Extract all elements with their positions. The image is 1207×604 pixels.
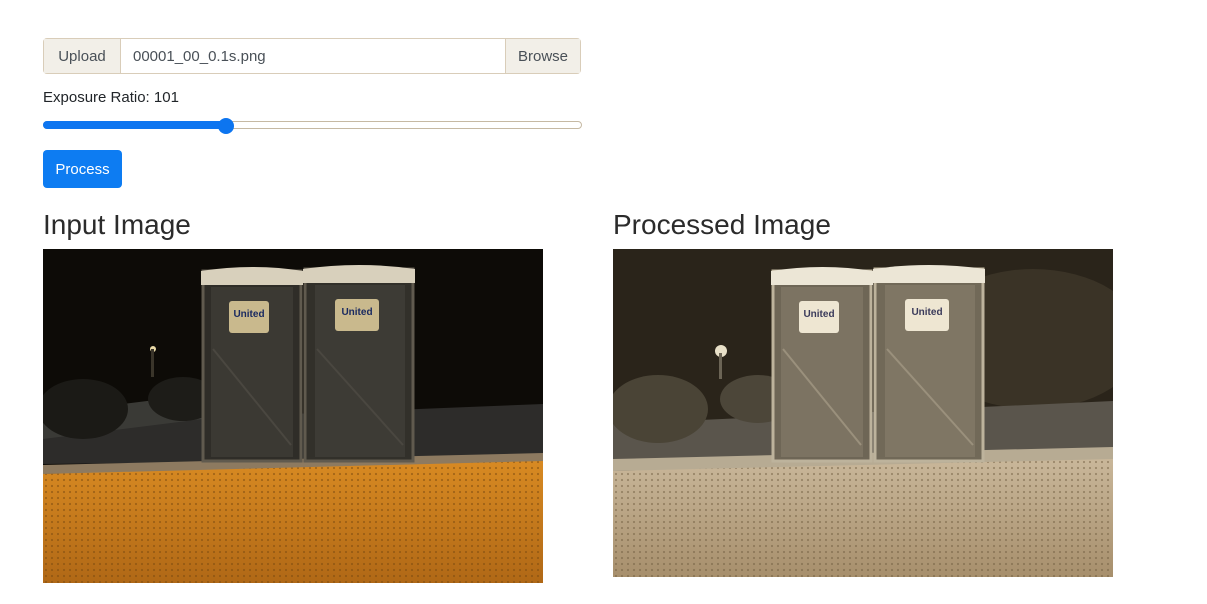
process-button[interactable]: Process [43,150,122,188]
slider-fill [43,121,226,129]
exposure-ratio-label: Exposure Ratio: 101 [43,89,179,106]
output-sign-text-2: United [911,307,942,318]
input-sign-text: United [233,309,264,320]
file-name-field[interactable]: 00001_00_0.1s.png [121,39,505,73]
slider-thumb[interactable] [218,118,234,134]
input-image-title: Input Image [43,209,191,240]
file-upload-group[interactable]: Upload 00001_00_0.1s.png Browse [43,38,581,74]
processed-image-title: Processed Image [613,209,831,240]
input-image: United United [43,249,543,583]
browse-button[interactable]: Browse [505,39,580,73]
exposure-ratio-slider[interactable] [43,118,582,134]
processed-image: United United [613,249,1113,577]
output-sign-text: United [803,309,834,320]
upload-label: Upload [44,39,121,73]
input-sign-text-2: United [341,307,372,318]
